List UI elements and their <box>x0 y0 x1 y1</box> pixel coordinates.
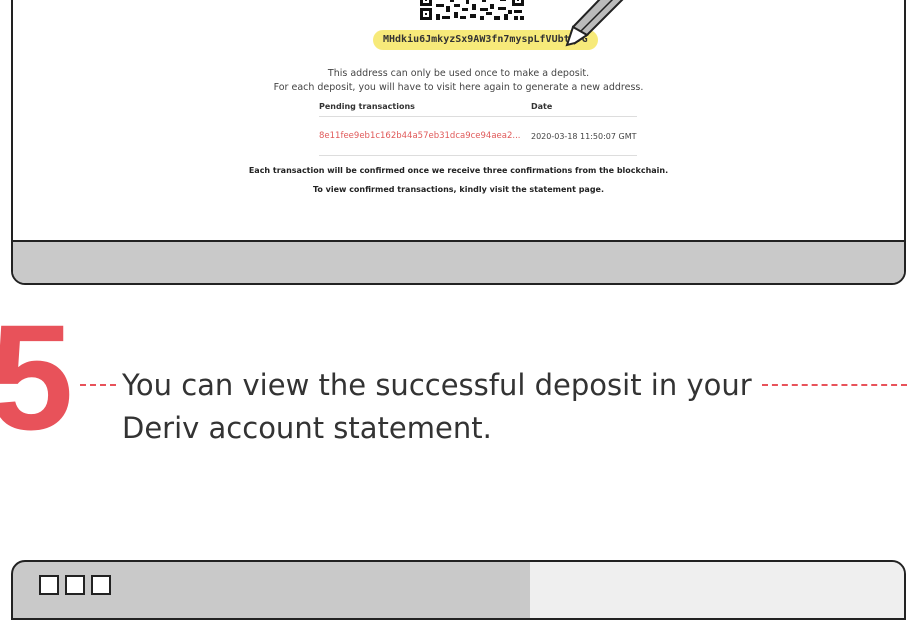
address-note-line2: For each deposit, you will have to visit… <box>273 82 644 93</box>
dashed-connector-right <box>762 384 907 386</box>
address-bar[interactable] <box>530 562 904 618</box>
transaction-date: 2020-03-18 11:50:07 GMT <box>531 131 637 141</box>
step-number: 5 <box>0 293 74 461</box>
qr-code-icon <box>420 0 524 22</box>
deposit-window-frame: MHdkiu6JmkyzSx9AW3fn7myspLfVUbtLfG This … <box>11 0 906 285</box>
pending-transactions-header: Pending transactions <box>319 102 415 111</box>
address-note-line1: This address can only be used once to ma… <box>327 68 590 79</box>
window-bottom-bar <box>13 240 904 283</box>
pending-transactions-table: Pending transactions Date 8e11fee9eb1c16… <box>319 102 637 156</box>
table-row: 8e11fee9eb1c162b44a57eb31dca9ce94aea2...… <box>319 117 637 156</box>
step-instruction: You can view the successful deposit in y… <box>122 368 752 445</box>
statement-note: To view confirmed transactions, kindly v… <box>312 185 605 194</box>
window-control-button[interactable] <box>91 575 111 595</box>
dashed-connector-left <box>80 384 116 386</box>
pen-icon <box>565 0 624 47</box>
transaction-hash-link[interactable]: 8e11fee9eb1c162b44a57eb31dca9ce94aea2... <box>319 131 531 141</box>
window-control-button[interactable] <box>65 575 85 595</box>
statement-window-frame <box>11 560 906 620</box>
date-header: Date <box>531 102 553 111</box>
window-control-button[interactable] <box>39 575 59 595</box>
deposit-content: MHdkiu6JmkyzSx9AW3fn7myspLfVUbtLfG This … <box>13 0 904 244</box>
table-header: Pending transactions Date <box>319 102 637 117</box>
confirmation-note: Each transaction will be confirmed once … <box>248 166 669 175</box>
